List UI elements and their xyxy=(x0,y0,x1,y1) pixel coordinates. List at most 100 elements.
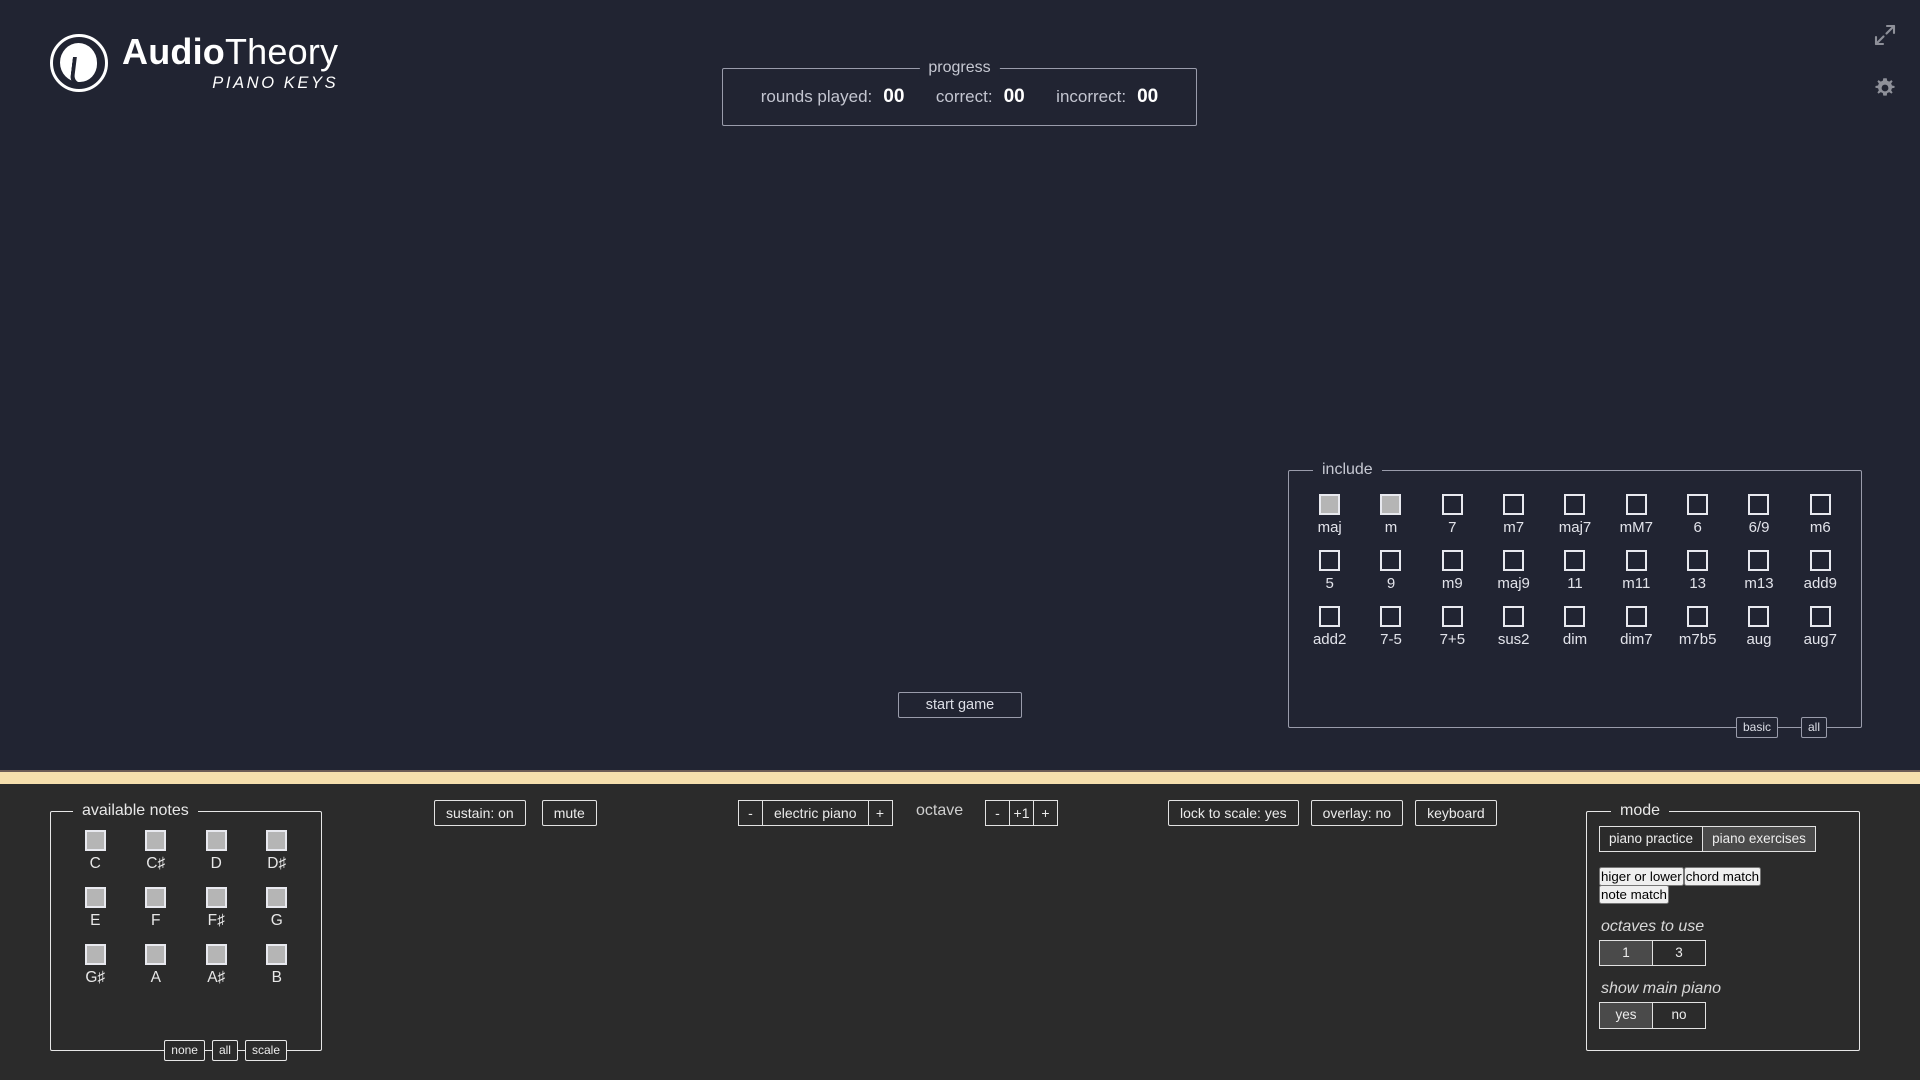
note-checkbox[interactable] xyxy=(84,887,106,908)
include-checkbox[interactable] xyxy=(1441,606,1463,627)
include-chord-7[interactable]: 7 xyxy=(1422,494,1483,536)
include-chord-m6[interactable]: m6 xyxy=(1790,494,1851,536)
include-checkbox[interactable] xyxy=(1625,494,1647,515)
available-note-F[interactable]: F xyxy=(126,887,187,930)
available-note-A[interactable]: A xyxy=(126,944,187,987)
show-main-piano-yes-button[interactable]: yes xyxy=(1599,1002,1653,1029)
note-checkbox[interactable] xyxy=(266,944,288,965)
include-checkbox[interactable] xyxy=(1809,606,1831,627)
show-main-piano-no-button[interactable]: no xyxy=(1652,1002,1706,1029)
include-chord-6[interactable]: 6 xyxy=(1667,494,1728,536)
notes-all-button[interactable]: all xyxy=(211,1040,238,1061)
exercise-note-match-button[interactable]: note match xyxy=(1599,885,1669,905)
note-checkbox[interactable] xyxy=(145,830,167,851)
note-checkbox[interactable] xyxy=(205,887,227,908)
include-checkbox[interactable] xyxy=(1380,606,1402,627)
include-checkbox[interactable] xyxy=(1625,550,1647,571)
exercise-higher-or-lower-button[interactable]: higer or lower xyxy=(1599,867,1684,887)
include-chord-dim7[interactable]: dim7 xyxy=(1606,606,1667,648)
note-checkbox[interactable] xyxy=(84,830,106,851)
include-chord-aug[interactable]: aug xyxy=(1728,606,1789,648)
include-checkbox[interactable] xyxy=(1380,494,1402,515)
include-checkbox[interactable] xyxy=(1687,606,1709,627)
include-checkbox[interactable] xyxy=(1809,494,1831,515)
available-note-D[interactable]: D xyxy=(186,830,247,873)
available-note-B[interactable]: B xyxy=(247,944,308,987)
notes-scale-button[interactable]: scale xyxy=(244,1040,287,1061)
keyboard-button[interactable]: keyboard xyxy=(1415,800,1497,826)
mute-button[interactable]: mute xyxy=(541,800,597,826)
include-chord-maj7[interactable]: maj7 xyxy=(1544,494,1605,536)
available-note-C[interactable]: C xyxy=(65,830,126,873)
include-chord-m[interactable]: m xyxy=(1360,494,1421,536)
notes-none-button[interactable]: none xyxy=(164,1040,205,1061)
note-checkbox[interactable] xyxy=(145,887,167,908)
include-checkbox[interactable] xyxy=(1687,494,1709,515)
fullscreen-expand-icon[interactable] xyxy=(1872,22,1898,53)
include-checkbox[interactable] xyxy=(1748,494,1770,515)
include-chord-m9[interactable]: m9 xyxy=(1422,550,1483,592)
octaves-3-button[interactable]: 3 xyxy=(1652,940,1706,967)
octave-increment-button[interactable]: + xyxy=(1033,800,1058,826)
include-checkbox[interactable] xyxy=(1564,550,1586,571)
include-chord-aug7[interactable]: aug7 xyxy=(1790,606,1851,648)
include-checkbox[interactable] xyxy=(1319,606,1341,627)
lock-to-scale-button[interactable]: lock to scale: yes xyxy=(1168,800,1299,826)
note-checkbox[interactable] xyxy=(84,944,106,965)
note-checkbox[interactable] xyxy=(266,830,288,851)
include-chord-m7[interactable]: m7 xyxy=(1483,494,1544,536)
note-checkbox[interactable] xyxy=(205,944,227,965)
include-chord-13[interactable]: 13 xyxy=(1667,550,1728,592)
include-checkbox[interactable] xyxy=(1441,550,1463,571)
include-chord-m7b5[interactable]: m7b5 xyxy=(1667,606,1728,648)
include-checkbox[interactable] xyxy=(1625,606,1647,627)
available-note-Asharp[interactable]: A♯ xyxy=(186,944,247,987)
include-chord-9[interactable]: 9 xyxy=(1360,550,1421,592)
include-checkbox[interactable] xyxy=(1319,494,1341,515)
include-checkbox[interactable] xyxy=(1564,606,1586,627)
start-game-button[interactable]: start game xyxy=(898,692,1022,718)
include-checkbox[interactable] xyxy=(1441,494,1463,515)
include-checkbox[interactable] xyxy=(1748,550,1770,571)
instrument-prev-button[interactable]: - xyxy=(738,800,763,826)
include-chord-75[interactable]: 7-5 xyxy=(1360,606,1421,648)
include-checkbox[interactable] xyxy=(1809,550,1831,571)
octave-decrement-button[interactable]: - xyxy=(985,800,1010,826)
include-chord-add9[interactable]: add9 xyxy=(1790,550,1851,592)
include-chord-sus2[interactable]: sus2 xyxy=(1483,606,1544,648)
octaves-1-button[interactable]: 1 xyxy=(1599,940,1653,967)
gear-icon[interactable] xyxy=(1872,75,1898,106)
octave-value[interactable]: +1 xyxy=(1009,800,1034,826)
include-checkbox[interactable] xyxy=(1319,550,1341,571)
include-checkbox[interactable] xyxy=(1748,606,1770,627)
include-checkbox[interactable] xyxy=(1503,494,1525,515)
include-chord-dim[interactable]: dim xyxy=(1544,606,1605,648)
mode-piano-exercises-button[interactable]: piano exercises xyxy=(1702,826,1816,853)
instrument-next-button[interactable]: + xyxy=(867,800,893,826)
available-note-E[interactable]: E xyxy=(65,887,126,930)
instrument-name-button[interactable]: electric piano xyxy=(762,800,869,826)
include-checkbox[interactable] xyxy=(1503,550,1525,571)
available-note-G[interactable]: G xyxy=(247,887,308,930)
include-chord-11[interactable]: 11 xyxy=(1544,550,1605,592)
sustain-button[interactable]: sustain: on xyxy=(434,800,526,826)
include-chord-maj[interactable]: maj xyxy=(1299,494,1360,536)
note-checkbox[interactable] xyxy=(205,830,227,851)
include-chord-5[interactable]: 5 xyxy=(1299,550,1360,592)
include-checkbox[interactable] xyxy=(1380,550,1402,571)
available-note-Gsharp[interactable]: G♯ xyxy=(65,944,126,987)
mode-piano-practice-button[interactable]: piano practice xyxy=(1599,826,1704,853)
include-chord-m13[interactable]: m13 xyxy=(1728,550,1789,592)
include-chord-m11[interactable]: m11 xyxy=(1606,550,1667,592)
include-checkbox[interactable] xyxy=(1564,494,1586,515)
overlay-button[interactable]: overlay: no xyxy=(1310,800,1404,826)
include-chord-add2[interactable]: add2 xyxy=(1299,606,1360,648)
available-note-Csharp[interactable]: C♯ xyxy=(126,830,187,873)
include-chord-75[interactable]: 7+5 xyxy=(1422,606,1483,648)
include-checkbox[interactable] xyxy=(1687,550,1709,571)
available-note-Dsharp[interactable]: D♯ xyxy=(247,830,308,873)
note-checkbox[interactable] xyxy=(266,887,288,908)
include-checkbox[interactable] xyxy=(1503,606,1525,627)
note-checkbox[interactable] xyxy=(145,944,167,965)
include-chord-maj9[interactable]: maj9 xyxy=(1483,550,1544,592)
